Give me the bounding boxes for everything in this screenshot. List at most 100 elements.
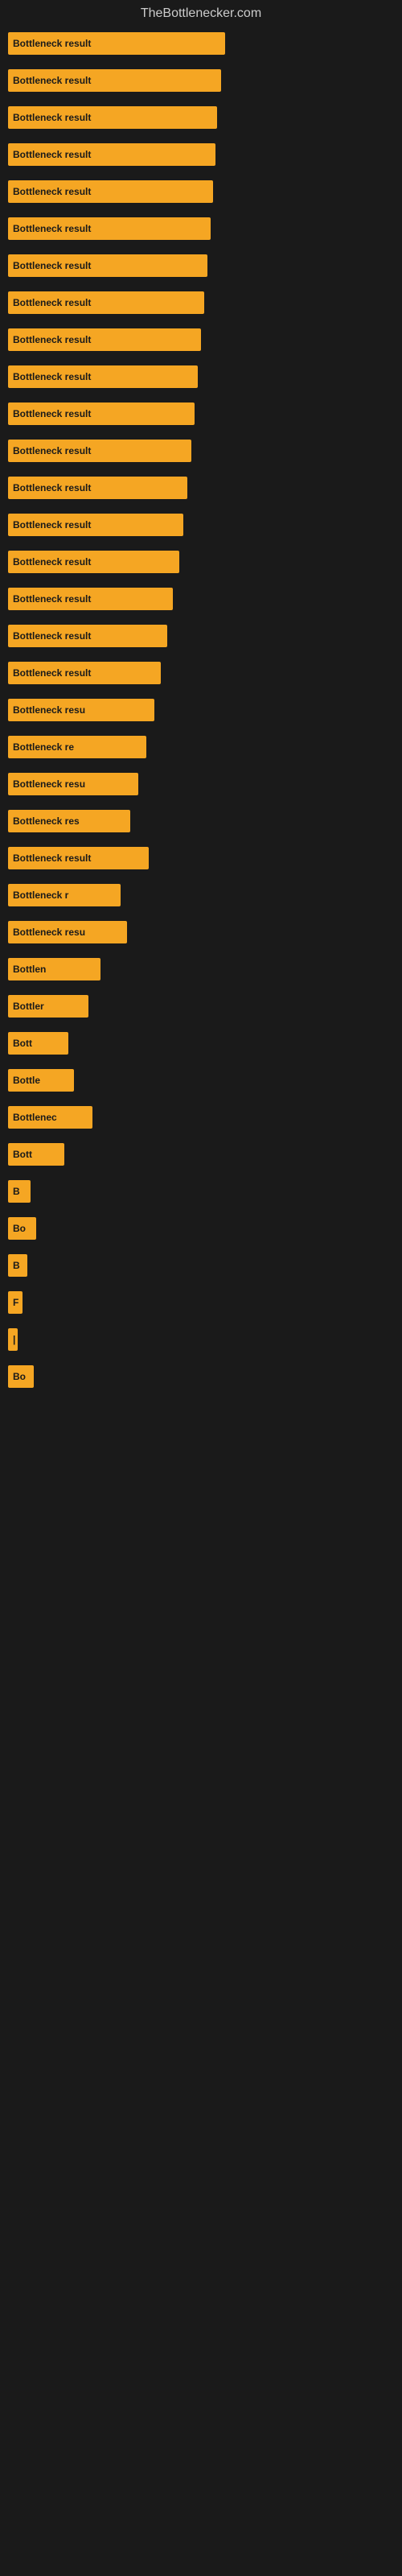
bottleneck-bar-label: Bottleneck result bbox=[13, 519, 91, 530]
bottleneck-bar: Bottleneck result bbox=[8, 143, 215, 166]
bottleneck-bar: Bottleneck result bbox=[8, 365, 198, 388]
bar-row: Bottleneck result bbox=[8, 143, 394, 166]
bottleneck-bar: Bottleneck resu bbox=[8, 921, 127, 943]
bar-row: Bottleneck result bbox=[8, 402, 394, 425]
bottleneck-bar-label: Bottleneck result bbox=[13, 371, 91, 382]
bottleneck-bar: B bbox=[8, 1254, 27, 1277]
bottleneck-bar: Bo bbox=[8, 1365, 34, 1388]
bar-row: Bottleneck result bbox=[8, 69, 394, 92]
bar-row: F bbox=[8, 1291, 394, 1314]
bar-row: | bbox=[8, 1328, 394, 1351]
bottleneck-bar: Bottleneck resu bbox=[8, 699, 154, 721]
bottleneck-bar-label: Bottleneck result bbox=[13, 593, 91, 605]
bar-row: Bottle bbox=[8, 1069, 394, 1092]
bottleneck-bar: Bottleneck resu bbox=[8, 773, 138, 795]
bar-row: Bottlenec bbox=[8, 1106, 394, 1129]
bar-row: Bottleneck result bbox=[8, 662, 394, 684]
bottleneck-bar-label: Bottleneck resu bbox=[13, 704, 85, 716]
bottleneck-bar-label: Bottlen bbox=[13, 964, 46, 975]
bottleneck-bar: Bottlen bbox=[8, 958, 100, 980]
bottleneck-bar-label: Bottleneck r bbox=[13, 890, 68, 901]
bottleneck-bar: Bottleneck result bbox=[8, 477, 187, 499]
bar-row: Bottleneck result bbox=[8, 625, 394, 647]
bottleneck-bar: Bottleneck result bbox=[8, 514, 183, 536]
bar-row: Bottleneck result bbox=[8, 291, 394, 314]
bar-row: Bottleneck r bbox=[8, 884, 394, 906]
bottleneck-bar-label: Bott bbox=[13, 1149, 32, 1160]
bar-row: Bottleneck result bbox=[8, 477, 394, 499]
bottleneck-bar-label: Bottleneck result bbox=[13, 223, 91, 234]
bottleneck-bar-label: Bo bbox=[13, 1371, 26, 1382]
bottleneck-bar-label: Bottle bbox=[13, 1075, 40, 1086]
bottleneck-bar-label: Bottleneck re bbox=[13, 741, 74, 753]
bottleneck-bar-label: Bottleneck result bbox=[13, 75, 91, 86]
site-title-container: TheBottlenecker.com bbox=[0, 0, 402, 24]
bar-row: Bottler bbox=[8, 995, 394, 1018]
bar-row: Bottleneck result bbox=[8, 514, 394, 536]
bar-row: Bottleneck resu bbox=[8, 699, 394, 721]
bottleneck-bar: Bo bbox=[8, 1217, 36, 1240]
bottleneck-bar: Bottleneck result bbox=[8, 69, 221, 92]
bar-row: Bottleneck re bbox=[8, 736, 394, 758]
bottleneck-bar-label: Bottler bbox=[13, 1001, 44, 1012]
bottleneck-bar-label: Bottleneck result bbox=[13, 112, 91, 123]
bottleneck-bar-label: Bottleneck res bbox=[13, 815, 80, 827]
bar-row: Bott bbox=[8, 1143, 394, 1166]
bottleneck-bar: Bottleneck r bbox=[8, 884, 121, 906]
bottleneck-bar: F bbox=[8, 1291, 23, 1314]
bottleneck-bar-label: B bbox=[13, 1186, 20, 1197]
bottleneck-bar: Bottleneck result bbox=[8, 328, 201, 351]
bottleneck-bar: Bottleneck result bbox=[8, 588, 173, 610]
bar-row: Bottleneck result bbox=[8, 180, 394, 203]
bottleneck-bar-label: Bottleneck result bbox=[13, 260, 91, 271]
bottleneck-bar: Bott bbox=[8, 1032, 68, 1055]
bottleneck-bar: Bott bbox=[8, 1143, 64, 1166]
bar-row: Bottleneck result bbox=[8, 551, 394, 573]
bar-row: Bo bbox=[8, 1217, 394, 1240]
bottleneck-bar: Bottleneck result bbox=[8, 217, 211, 240]
site-title: TheBottlenecker.com bbox=[0, 0, 402, 24]
bottleneck-bar-label: Bottleneck result bbox=[13, 408, 91, 419]
bar-row: Bo bbox=[8, 1365, 394, 1388]
bottleneck-bar: | bbox=[8, 1328, 18, 1351]
bottleneck-bar-label: Bottleneck result bbox=[13, 852, 91, 864]
bar-row: Bottleneck res bbox=[8, 810, 394, 832]
bottleneck-bar-label: Bottleneck result bbox=[13, 630, 91, 642]
bottleneck-bar: Bottler bbox=[8, 995, 88, 1018]
bottleneck-bar: Bottle bbox=[8, 1069, 74, 1092]
bottleneck-bar-label: Bottleneck result bbox=[13, 556, 91, 568]
bar-row: Bottleneck result bbox=[8, 847, 394, 869]
bottleneck-bar-label: Bottleneck result bbox=[13, 38, 91, 49]
bottleneck-bar-label: Bottleneck result bbox=[13, 445, 91, 456]
bar-row: Bottleneck result bbox=[8, 365, 394, 388]
bottleneck-bar: Bottleneck result bbox=[8, 32, 225, 55]
bottleneck-bar: Bottleneck result bbox=[8, 106, 217, 129]
bottleneck-bar: Bottleneck result bbox=[8, 625, 167, 647]
bottleneck-bar: Bottleneck result bbox=[8, 551, 179, 573]
bottleneck-bar: Bottleneck result bbox=[8, 180, 213, 203]
bar-row: Bottleneck result bbox=[8, 588, 394, 610]
bottleneck-bar-label: Bottleneck result bbox=[13, 186, 91, 197]
bottleneck-bar-label: Bo bbox=[13, 1223, 26, 1234]
bar-row: Bottleneck resu bbox=[8, 773, 394, 795]
bar-row: Bottleneck result bbox=[8, 328, 394, 351]
bottleneck-bar: Bottleneck result bbox=[8, 254, 207, 277]
bottleneck-bar-label: Bottleneck resu bbox=[13, 927, 85, 938]
bottleneck-bar: B bbox=[8, 1180, 31, 1203]
bottleneck-bar: Bottleneck re bbox=[8, 736, 146, 758]
bottleneck-bar-label: | bbox=[13, 1334, 15, 1345]
bar-row: Bottleneck result bbox=[8, 217, 394, 240]
bottleneck-bar: Bottleneck result bbox=[8, 847, 149, 869]
bottleneck-bar: Bottleneck result bbox=[8, 291, 204, 314]
bar-row: Bottleneck result bbox=[8, 440, 394, 462]
bar-row: Bottleneck resu bbox=[8, 921, 394, 943]
bar-row: Bott bbox=[8, 1032, 394, 1055]
bottleneck-bar-label: Bottleneck result bbox=[13, 482, 91, 493]
bottleneck-bar-label: Bottleneck result bbox=[13, 667, 91, 679]
bottleneck-bar-label: Bottleneck result bbox=[13, 149, 91, 160]
bottleneck-bar-label: Bottlenec bbox=[13, 1112, 57, 1123]
bottleneck-bar-label: B bbox=[13, 1260, 20, 1271]
bars-container: Bottleneck result Bottleneck result Bottle… bbox=[0, 24, 402, 1388]
bottleneck-bar-label: Bottleneck resu bbox=[13, 778, 85, 790]
bar-row: B bbox=[8, 1254, 394, 1277]
